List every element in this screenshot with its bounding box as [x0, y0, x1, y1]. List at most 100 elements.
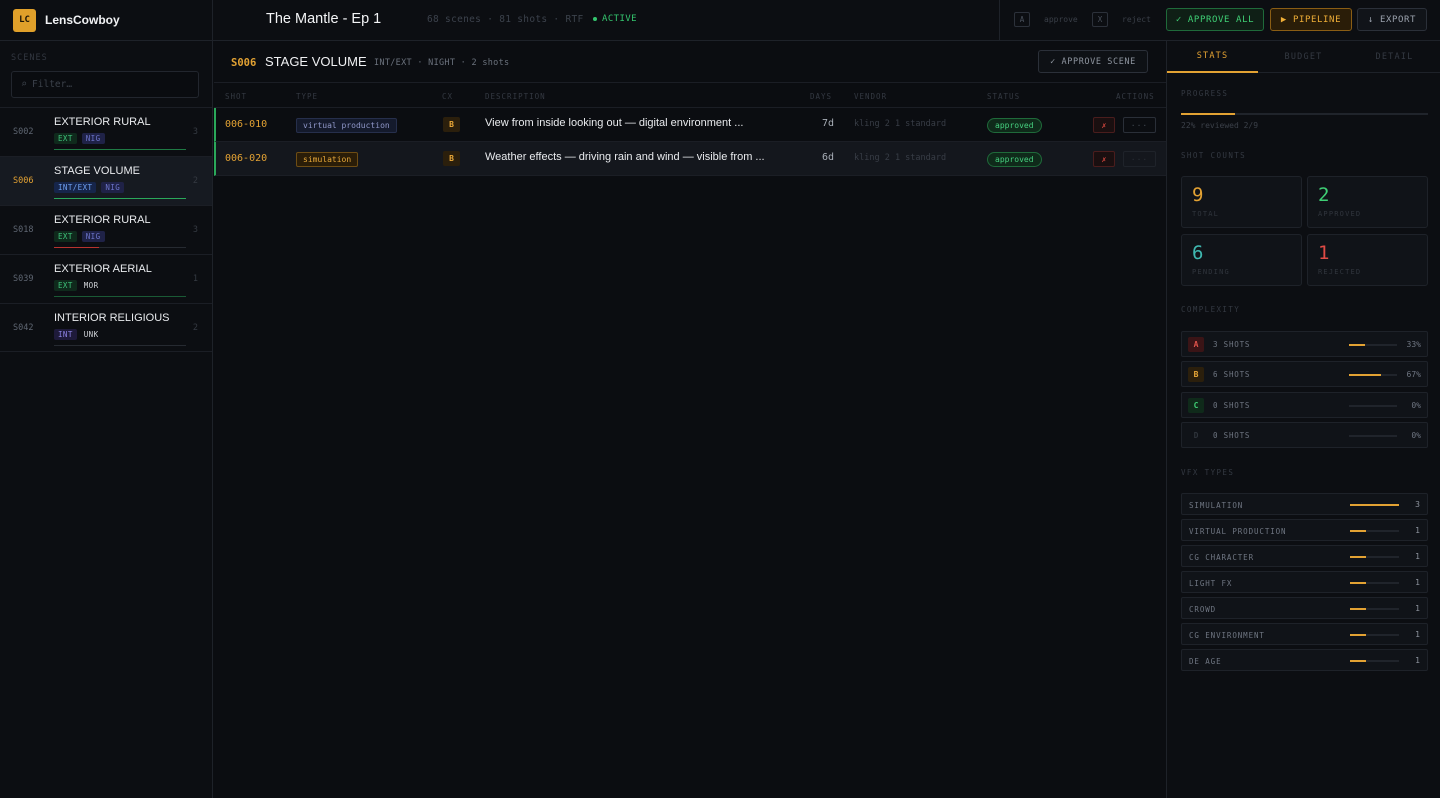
progress-bar-fill [1181, 113, 1236, 115]
vfx-type-name: CG ENVIRONMENT [1189, 631, 1265, 640]
tag-time: MOR [83, 281, 99, 290]
scene-item-s002[interactable]: S002 EXTERIOR RURAL EXT NIG 3 [0, 107, 212, 156]
scene-item-s018[interactable]: S018 EXTERIOR RURAL EXT NIG 3 [0, 205, 212, 254]
status-badge: approved [987, 118, 1042, 133]
scene-header-meta: INT/EXT · NIGHT · 2 shots [374, 58, 510, 68]
pipeline-button[interactable]: ▶ PIPELINE [1270, 8, 1352, 31]
vfx-type-bar-fill [1350, 530, 1367, 532]
complexity-badge: B [443, 117, 460, 132]
scene-status-line [54, 296, 186, 297]
vfx-type-row: LIGHT FX 1 [1181, 571, 1428, 593]
complexity-shot-count: 0 SHOTS [1213, 401, 1251, 410]
scene-name: EXTERIOR RURAL [54, 116, 151, 128]
table-header: SHOT TYPE CX DESCRIPTION DAYS VENDOR STA… [214, 84, 1166, 108]
complexity-percent: 67% [1406, 370, 1421, 379]
tag-time: NIG [81, 231, 105, 242]
scene-id: S039 [13, 274, 34, 284]
column-header-days[interactable]: DAYS [810, 92, 832, 101]
column-header-actions: ACTIONS [1116, 92, 1155, 101]
vfx-type-bar [1350, 556, 1399, 558]
complexity-row-c: C 0 SHOTS 0% [1181, 392, 1428, 418]
progress-text: 22% reviewed 2/9 [1181, 121, 1259, 130]
complexity-row-a: A 3 SHOTS 33% [1181, 331, 1428, 357]
column-header-vendor[interactable]: VENDOR [854, 92, 887, 101]
more-actions-button[interactable]: ··· [1123, 151, 1156, 167]
vfx-types-label: VFX TYPES [1181, 468, 1235, 477]
shot-days: 7d [822, 118, 835, 129]
approve-all-button[interactable]: ✓ APPROVE ALL [1166, 8, 1264, 31]
complexity-percent: 33% [1406, 340, 1421, 349]
scene-id: S006 [13, 176, 34, 186]
scene-item-s039[interactable]: S039 EXTERIOR AERIAL EXT MOR 1 [0, 254, 212, 303]
shot-days: 6d [822, 152, 835, 163]
stat-value: 1 [1318, 242, 1330, 264]
complexity-shot-count: 0 SHOTS [1213, 431, 1251, 440]
stat-card-approved: 2 APPROVED [1307, 176, 1428, 228]
scene-shot-count: 2 [192, 176, 198, 186]
tab-detail[interactable]: DETAIL [1349, 41, 1440, 73]
stat-value: 2 [1318, 184, 1330, 206]
scene-shot-count: 3 [192, 225, 198, 235]
column-header-status[interactable]: STATUS [987, 92, 1020, 101]
vfx-type-bar [1350, 530, 1399, 532]
scene-item-s042[interactable]: S042 INTERIOR RELIGIOUS INT UNK 2 [0, 303, 212, 352]
scene-tags: EXT NIG [54, 231, 105, 242]
complexity-percent: 0% [1411, 431, 1421, 440]
vfx-type-bar [1350, 660, 1399, 662]
column-header-cx[interactable]: CX [442, 92, 453, 101]
scene-name: EXTERIOR RURAL [54, 214, 151, 226]
scene-shot-count: 2 [192, 323, 198, 333]
table-row[interactable]: 006-010 virtual production B View from i… [214, 108, 1166, 142]
tag-location: EXT [54, 231, 77, 242]
vfx-type-name: LIGHT FX [1189, 579, 1233, 588]
vfx-type-row: DE AGE 1 [1181, 649, 1428, 671]
complexity-bar [1349, 405, 1397, 407]
vfx-type-name: SIMULATION [1189, 501, 1244, 510]
divider [999, 0, 1000, 40]
top-bar: LC LensCowboy The Mantle - Ep 1 68 scene… [0, 0, 1440, 41]
column-header-description[interactable]: DESCRIPTION [485, 92, 546, 101]
stat-card-rejected: 1 REJECTED [1307, 234, 1428, 286]
scene-header-name: STAGE VOLUME [265, 54, 367, 69]
scenes-label: SCENES [11, 53, 48, 63]
project-title: The Mantle - Ep 1 [266, 11, 382, 27]
status-badge: approved [987, 152, 1042, 167]
vfx-type-row: CG ENVIRONMENT 1 [1181, 623, 1428, 645]
vfx-type-count: 3 [1415, 500, 1420, 509]
shot-vendor: kling 2 1 standard [854, 119, 947, 129]
scene-list: S002 EXTERIOR RURAL EXT NIG 3 S006 STAGE… [0, 107, 212, 352]
tag-time: NIG [101, 182, 125, 193]
filter-input[interactable]: ⌕ Filter… [11, 71, 199, 98]
brand[interactable]: LC LensCowboy [0, 0, 213, 40]
scenes-sidebar: SCENES ⌕ Filter… S002 EXTERIOR RURAL EXT… [0, 41, 213, 798]
tag-location: EXT [54, 280, 77, 291]
complexity-bar-fill [1349, 344, 1365, 346]
search-icon: ⌕ [21, 79, 28, 90]
shot-description: Weather effects — driving rain and wind … [485, 151, 765, 163]
vfx-type-row: CG CHARACTER 1 [1181, 545, 1428, 567]
scene-header-id: S006 [231, 57, 257, 69]
column-header-shot[interactable]: SHOT [225, 92, 247, 101]
complexity-letter: C [1188, 398, 1204, 413]
scene-name: INTERIOR RELIGIOUS [54, 312, 170, 324]
table-row[interactable]: 006-020 simulation B Weather effects — d… [214, 142, 1166, 176]
tab-stats[interactable]: STATS [1167, 41, 1258, 73]
tab-budget[interactable]: BUDGET [1258, 41, 1349, 73]
complexity-letter: B [1188, 367, 1204, 382]
scene-item-s006[interactable]: S006 STAGE VOLUME INT/EXT NIG 2 [0, 156, 212, 205]
vfx-type-bar [1350, 582, 1399, 584]
complexity-row-d: D 0 SHOTS 0% [1181, 422, 1428, 448]
stat-label: PENDING [1192, 268, 1230, 276]
column-header-type[interactable]: TYPE [296, 92, 318, 101]
shortcut-label-reject: reject [1122, 15, 1151, 24]
approve-scene-button[interactable]: ✓ APPROVE SCENE [1038, 50, 1148, 73]
progress-label: PROGRESS [1181, 89, 1229, 98]
reject-shot-button[interactable]: ✗ [1093, 151, 1115, 167]
vfx-type-count: 1 [1415, 604, 1420, 613]
scene-shot-count: 3 [192, 127, 198, 137]
export-button[interactable]: ↓ EXPORT [1357, 8, 1427, 31]
more-actions-button[interactable]: ··· [1123, 117, 1156, 133]
scene-header: S006 STAGE VOLUME INT/EXT · NIGHT · 2 sh… [214, 41, 1166, 83]
vfx-type-count: 1 [1415, 656, 1420, 665]
reject-shot-button[interactable]: ✗ [1093, 117, 1115, 133]
